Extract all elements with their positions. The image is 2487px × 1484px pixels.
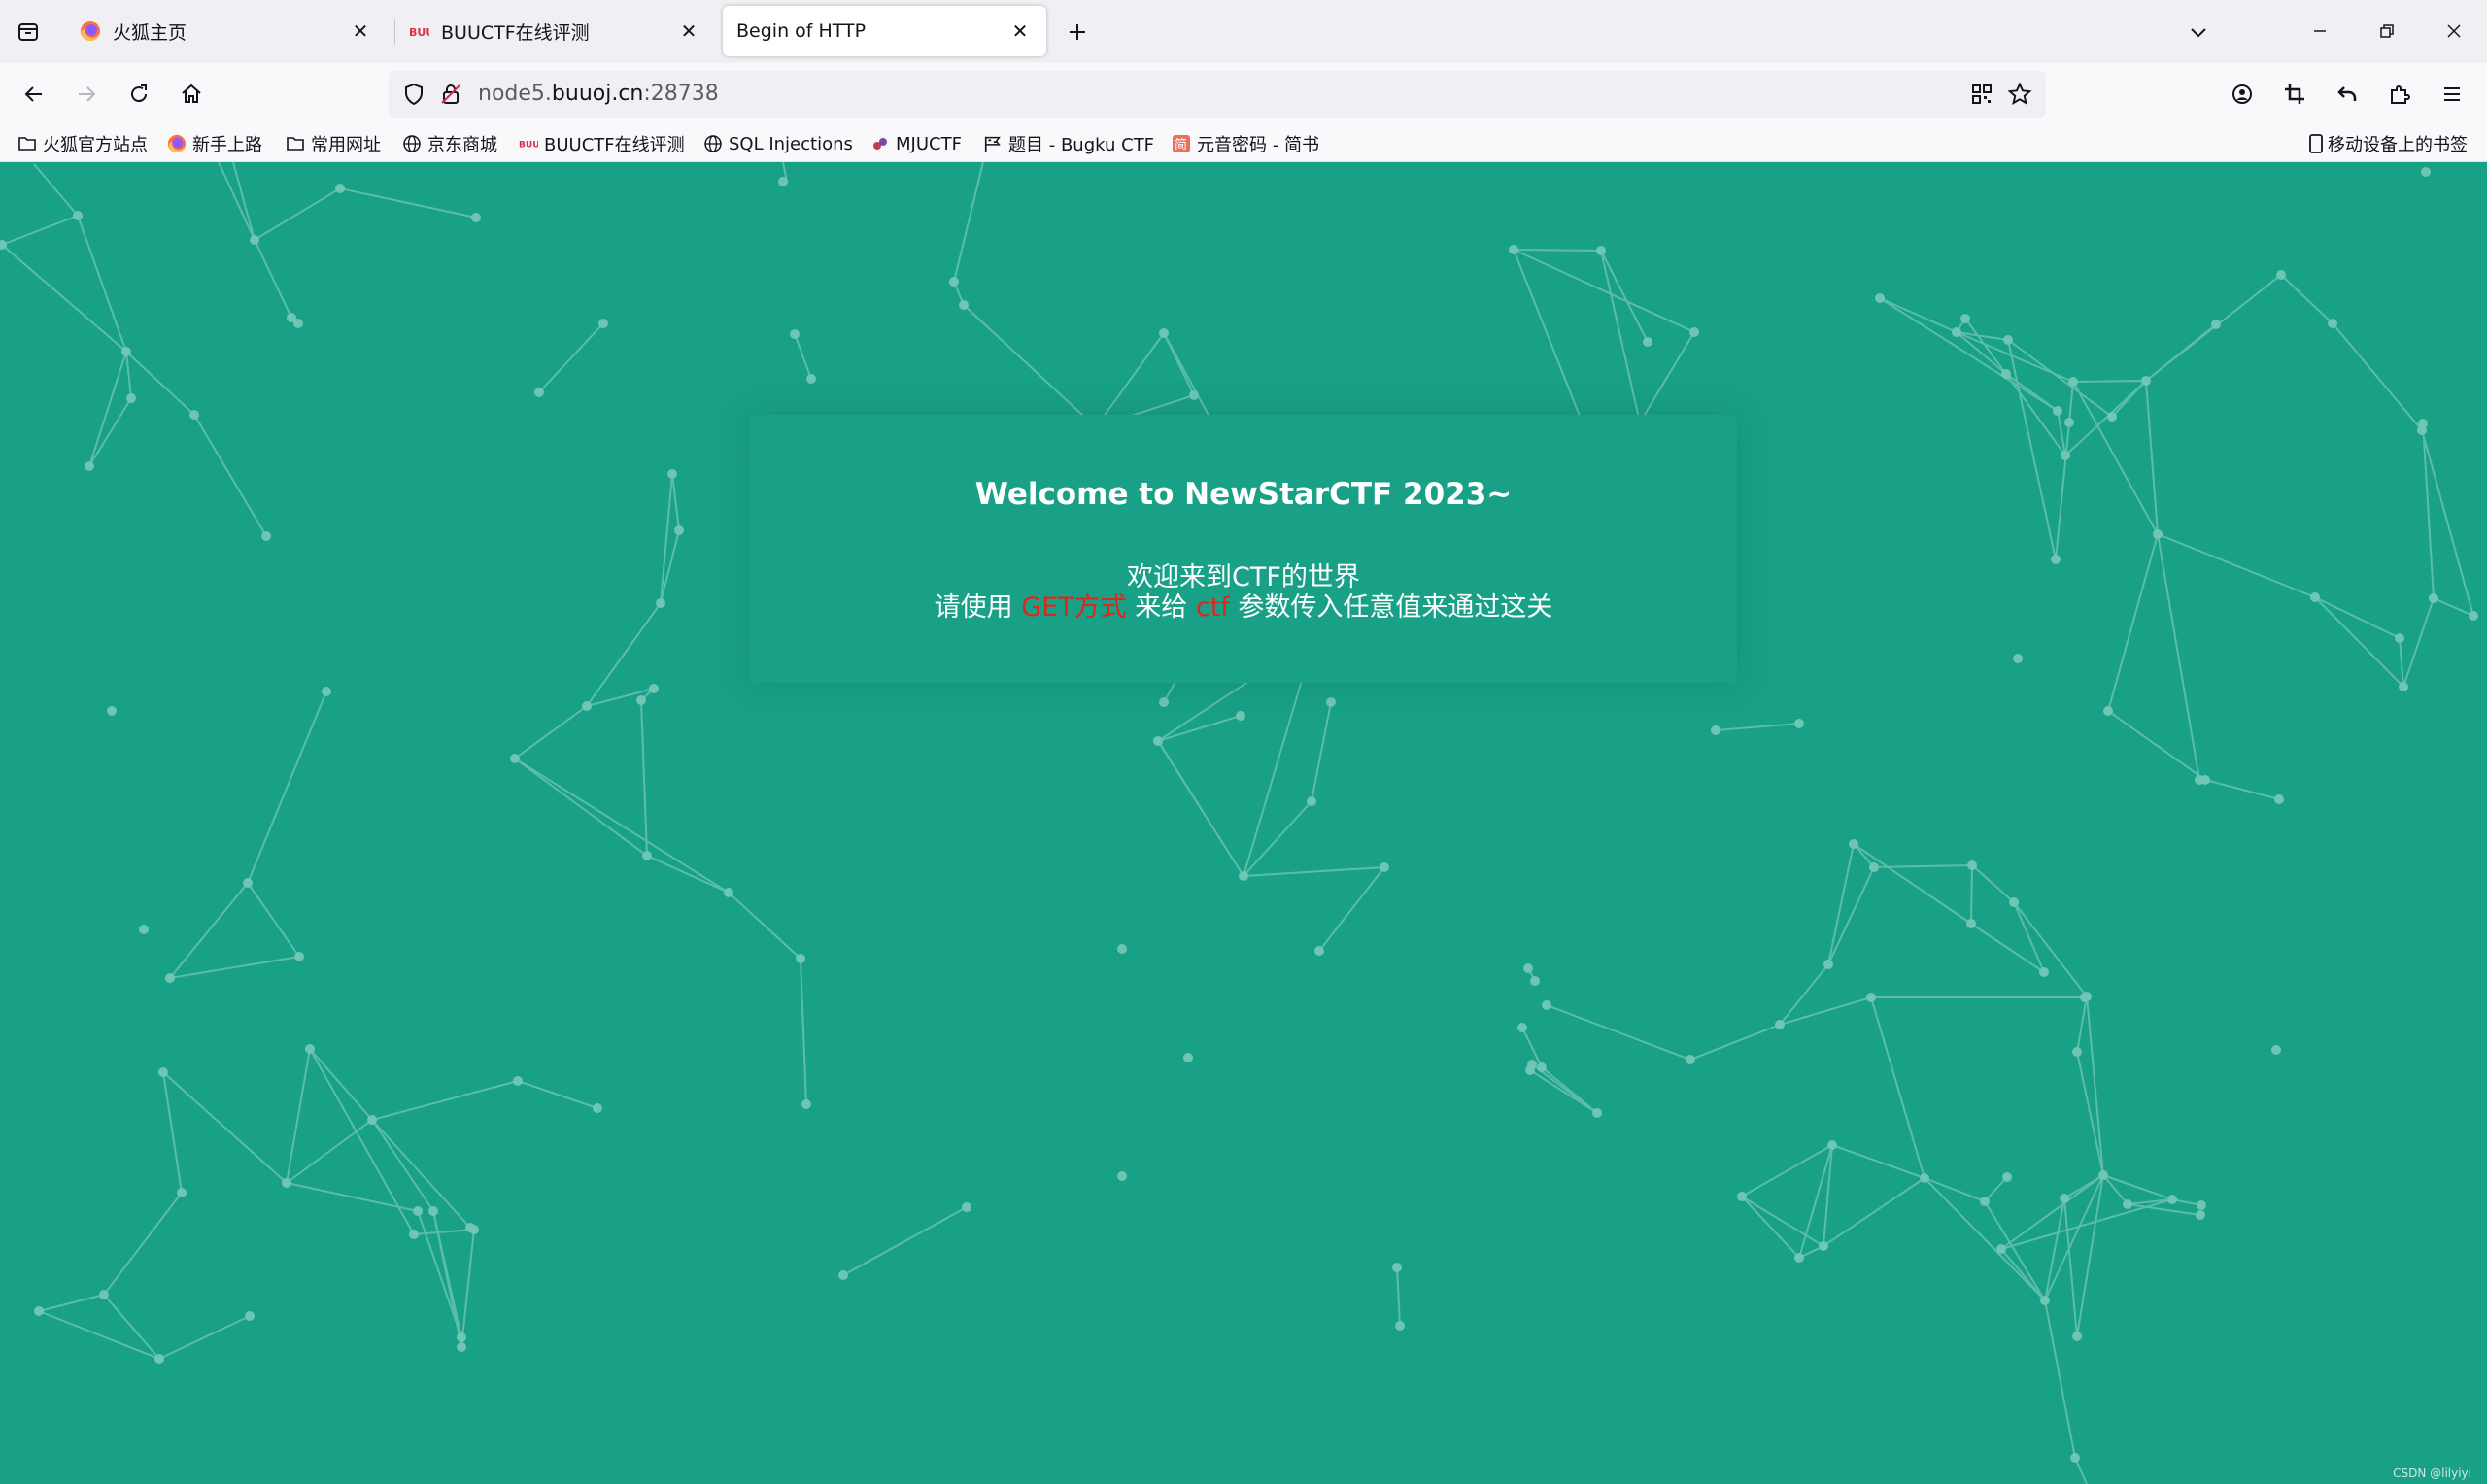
instruction-text: 请使用 GET方式 来给 ctf 参数传入任意值来通过这关 bbox=[750, 592, 1737, 624]
highlight-param: ctf bbox=[1195, 592, 1230, 623]
bookmark-label: SQL Injections bbox=[729, 133, 853, 154]
close-icon bbox=[2447, 24, 2461, 38]
tab-begin-of-http[interactable]: Begin of HTTP ✕ bbox=[723, 6, 1046, 56]
tab-buuctf[interactable]: BUU BUUCTF在线评测 ✕ bbox=[394, 6, 715, 56]
firefox-icon bbox=[80, 20, 101, 42]
globe-icon bbox=[402, 134, 422, 153]
chevron-down-icon bbox=[2191, 28, 2206, 38]
globe-icon bbox=[703, 134, 723, 153]
bookmark-jianshu[interactable]: 简 元音密码 - 简书 bbox=[1172, 130, 1319, 157]
bookmark-folder-common-sites[interactable]: 常用网址 bbox=[286, 130, 381, 157]
undo-icon bbox=[2337, 86, 2357, 101]
bookmark-label: 常用网址 bbox=[311, 135, 381, 155]
url-host: buuoj.cn bbox=[551, 82, 644, 106]
home-button[interactable] bbox=[172, 75, 211, 114]
url-text[interactable]: node5.buuoj.cn:28738 bbox=[478, 81, 719, 108]
bookmark-jd[interactable]: 京东商城 bbox=[402, 130, 497, 157]
close-window-button[interactable] bbox=[2429, 12, 2479, 51]
svg-text:BUU: BUU bbox=[519, 141, 538, 151]
firefox-icon bbox=[167, 134, 187, 153]
url-prefix: node5. bbox=[478, 82, 552, 106]
buuctf-icon: BUU bbox=[408, 20, 429, 42]
tab-title: 火狐主页 bbox=[113, 21, 187, 44]
bookmark-folder-firefox-official[interactable]: 火狐官方站点 bbox=[17, 130, 148, 157]
instruction-part: 参数传入任意值来通过这关 bbox=[1229, 592, 1553, 623]
bookmark-getting-started[interactable]: 新手上路 bbox=[167, 130, 262, 157]
close-icon[interactable]: ✕ bbox=[1007, 18, 1033, 44]
folder-icon bbox=[17, 134, 37, 153]
page-title: Welcome to NewStarCTF 2023~ bbox=[974, 477, 1513, 512]
bookmark-bugku[interactable]: 题目 - Bugku CTF bbox=[983, 130, 1154, 157]
bookmark-label: 元音密码 - 简书 bbox=[1197, 135, 1319, 155]
bookmark-label: 题目 - Bugku CTF bbox=[1008, 135, 1155, 155]
close-icon[interactable]: ✕ bbox=[676, 18, 701, 44]
shield-icon[interactable] bbox=[402, 83, 426, 106]
close-icon[interactable]: ✕ bbox=[348, 18, 373, 44]
welcome-card: Welcome to NewStarCTF 2023~ 欢迎来到CTF的世界 请… bbox=[750, 415, 1737, 683]
svg-text:BUU: BUU bbox=[409, 26, 429, 39]
instruction-part: 请使用 bbox=[934, 592, 1022, 623]
bookmark-mjuctf[interactable]: MJUCTF bbox=[870, 130, 962, 157]
hamburger-menu-icon bbox=[2444, 87, 2460, 101]
undo-close-button[interactable] bbox=[2328, 75, 2367, 114]
qr-code-icon[interactable] bbox=[1970, 83, 1993, 106]
bookmarks-toolbar: 火狐官方站点 新手上路 常用网址 京东商城 BUU BUUCTF在线评测 SQL… bbox=[0, 125, 2487, 162]
list-all-tabs-button[interactable] bbox=[2180, 16, 2217, 49]
star-icon[interactable] bbox=[2007, 82, 2032, 107]
bookmark-buuctf[interactable]: BUU BUUCTF在线评测 bbox=[519, 130, 685, 157]
bookmark-label: 火狐官方站点 bbox=[43, 135, 148, 155]
extensions-button[interactable] bbox=[2380, 75, 2419, 114]
mjuctf-icon bbox=[870, 134, 890, 153]
crop-icon bbox=[2285, 84, 2304, 104]
bookmark-label: MJUCTF bbox=[896, 133, 962, 154]
bookmark-label: 新手上路 bbox=[192, 135, 262, 155]
restore-button[interactable] bbox=[2362, 12, 2412, 51]
tab-strip: 火狐主页 ✕ BUU BUUCTF在线评测 ✕ Begin of HTTP ✕ bbox=[0, 0, 2487, 63]
flag-icon bbox=[983, 134, 1003, 153]
tab-list-button[interactable] bbox=[10, 16, 47, 49]
folder-icon bbox=[286, 134, 305, 153]
page-viewport: Welcome to NewStarCTF 2023~ 欢迎来到CTF的世界 请… bbox=[0, 162, 2487, 1484]
restore-icon bbox=[2380, 24, 2394, 38]
bookmark-mobile-folder[interactable]: 移动设备上的书签 bbox=[2306, 130, 2468, 157]
reload-icon bbox=[131, 84, 148, 103]
plus-icon bbox=[1070, 24, 1085, 40]
buuctf-icon: BUU bbox=[519, 134, 538, 153]
new-tab-button[interactable] bbox=[1059, 16, 1096, 49]
particle-network-background bbox=[0, 162, 2478, 1484]
tab-firefox-home[interactable]: 火狐主页 ✕ bbox=[66, 6, 387, 56]
navigation-toolbar: node5.buuoj.cn:28738 bbox=[0, 63, 2487, 125]
bookmark-sql-injections[interactable]: SQL Injections bbox=[703, 130, 853, 157]
puzzle-icon bbox=[2391, 85, 2410, 104]
insecure-lock-icon[interactable] bbox=[439, 83, 462, 106]
screenshot-button[interactable] bbox=[2275, 75, 2314, 114]
highlight-method: GET方式 bbox=[1021, 592, 1127, 623]
reload-button[interactable] bbox=[119, 75, 158, 114]
menu-button[interactable] bbox=[2433, 75, 2471, 114]
tab-title: BUUCTF在线评测 bbox=[441, 21, 590, 44]
url-port: :28738 bbox=[643, 82, 719, 106]
address-bar[interactable]: node5.buuoj.cn:28738 bbox=[389, 71, 2046, 118]
bookmark-label: BUUCTF在线评测 bbox=[544, 135, 685, 155]
tab-list-icon bbox=[18, 23, 38, 41]
arrow-right-icon bbox=[79, 86, 96, 102]
minimize-icon bbox=[2314, 30, 2326, 32]
arrow-left-icon bbox=[24, 86, 42, 102]
account-icon bbox=[2232, 84, 2252, 104]
bookmark-label: 京东商城 bbox=[427, 135, 497, 155]
tab-title: Begin of HTTP bbox=[736, 20, 867, 42]
home-icon bbox=[182, 84, 201, 103]
account-button[interactable] bbox=[2223, 75, 2262, 114]
svg-text:简: 简 bbox=[1175, 137, 1187, 152]
watermark: CSDN @lilyiyi bbox=[2393, 1467, 2471, 1480]
forward-button[interactable] bbox=[67, 75, 106, 114]
minimize-button[interactable] bbox=[2295, 12, 2345, 51]
jianshu-icon: 简 bbox=[1172, 134, 1191, 153]
mobile-device-icon bbox=[2306, 134, 2326, 153]
welcome-text: 欢迎来到CTF的世界 bbox=[1127, 562, 1360, 592]
instruction-part: 来给 bbox=[1126, 592, 1196, 623]
bookmark-label: 移动设备上的书签 bbox=[2328, 135, 2468, 155]
back-button[interactable] bbox=[15, 75, 53, 114]
